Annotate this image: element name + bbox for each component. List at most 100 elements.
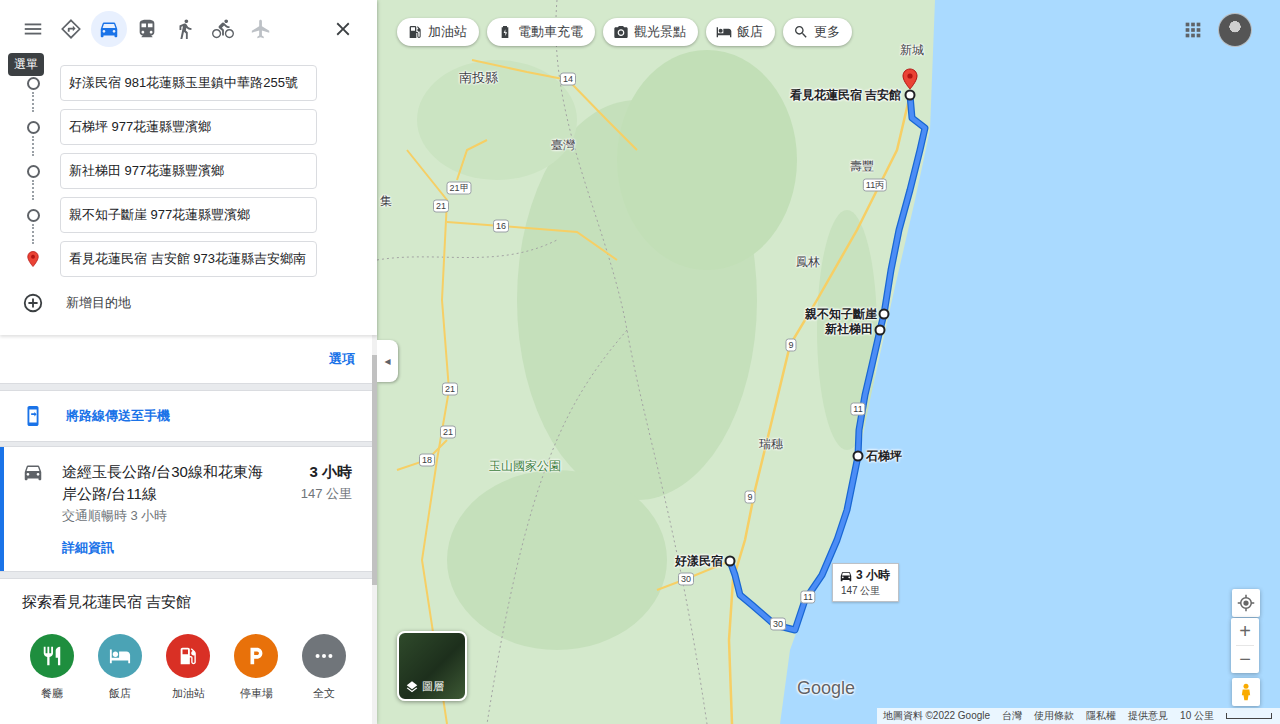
road-shield: 21 bbox=[433, 200, 449, 213]
category-chip[interactable]: 加油站 bbox=[397, 18, 479, 46]
travel-mode-button[interactable] bbox=[129, 11, 165, 47]
explore-circle[interactable] bbox=[30, 634, 74, 678]
menu-button[interactable] bbox=[15, 11, 51, 47]
search-icon[interactable] bbox=[793, 24, 809, 40]
waypoint-marker bbox=[0, 105, 60, 149]
pegman-button[interactable] bbox=[1232, 678, 1260, 706]
walk-icon[interactable] bbox=[174, 18, 196, 40]
explore-item[interactable]: 飯店 bbox=[98, 634, 142, 701]
route-duration: 3 小時 bbox=[274, 461, 352, 483]
my-location-button[interactable] bbox=[1232, 589, 1260, 617]
explore-circle[interactable] bbox=[302, 634, 346, 678]
travel-mode-button[interactable] bbox=[91, 11, 127, 47]
waypoint-input[interactable]: 好漾民宿 981花蓮縣玉里鎮中華路255號 bbox=[60, 65, 317, 101]
map-canvas[interactable]: 新城南投縣臺灣集壽豐鳳林瑞穗玉山國家公園1421甲211611丙91192121… bbox=[377, 0, 1280, 724]
scale-label: 10 公里 bbox=[1180, 709, 1214, 723]
more-icon[interactable] bbox=[313, 645, 335, 667]
waypoint-row: 好漾民宿 981花蓮縣玉里鎮中華路255號 bbox=[0, 61, 377, 105]
gas-station-icon[interactable] bbox=[407, 24, 423, 40]
footer-link[interactable]: 隱私權 bbox=[1086, 709, 1116, 723]
waypoint-label[interactable]: 石梯坪 bbox=[866, 448, 902, 465]
hotel-icon[interactable] bbox=[716, 24, 732, 40]
account-avatar[interactable] bbox=[1219, 14, 1251, 46]
category-chip[interactable]: 觀光景點 bbox=[603, 18, 698, 46]
waypoint-input[interactable]: 新社梯田 977花蓮縣豐濱鄉 bbox=[60, 153, 317, 189]
add-destination-label[interactable]: 新增目的地 bbox=[60, 294, 131, 312]
location-icon[interactable] bbox=[1237, 594, 1255, 612]
car-icon[interactable] bbox=[98, 18, 120, 40]
layers-icon[interactable] bbox=[405, 680, 419, 694]
send-to-phone-row[interactable]: 將路線傳送至手機 bbox=[0, 391, 372, 441]
hotel-icon[interactable] bbox=[109, 645, 131, 667]
zoom-in-button[interactable]: + bbox=[1231, 618, 1259, 645]
phone-icon[interactable] bbox=[22, 405, 44, 427]
waypoint-marker[interactable] bbox=[853, 451, 864, 462]
explore-circle[interactable] bbox=[234, 634, 278, 678]
footer-link[interactable]: 使用條款 bbox=[1034, 709, 1074, 723]
details-link[interactable]: 詳細資訊 bbox=[62, 539, 274, 557]
transit-icon[interactable] bbox=[136, 18, 158, 40]
apps-grid-icon[interactable] bbox=[1182, 19, 1204, 41]
route-callout[interactable]: 3 小時147 公里 bbox=[832, 563, 899, 602]
road-shield: 30 bbox=[770, 618, 786, 631]
category-chip[interactable]: 更多 bbox=[783, 18, 852, 46]
add-destination-button[interactable]: 新增目的地 bbox=[0, 281, 377, 325]
travel-mode-button[interactable] bbox=[53, 11, 89, 47]
waypoint-label[interactable]: 好漾民宿 bbox=[675, 553, 723, 570]
layers-button[interactable]: 圖層 bbox=[397, 631, 467, 701]
road-shield: 14 bbox=[560, 73, 576, 86]
layers-row: 圖層 bbox=[399, 679, 465, 699]
footer-link[interactable]: 台灣 bbox=[1002, 709, 1022, 723]
category-chip[interactable]: 電動車充電 bbox=[487, 18, 595, 46]
send-to-phone-link[interactable]: 將路線傳送至手機 bbox=[66, 407, 170, 425]
menu-icon[interactable] bbox=[22, 18, 44, 40]
travel-mode-button[interactable] bbox=[167, 11, 203, 47]
explore-circle[interactable] bbox=[166, 634, 210, 678]
restaurant-icon[interactable] bbox=[41, 645, 63, 667]
waypoint-input[interactable]: 親不知子斷崖 977花蓮縣豐濱鄉 bbox=[60, 197, 317, 233]
explore-item[interactable]: 餐廳 bbox=[30, 634, 74, 701]
route-option[interactable]: 途經玉長公路/台30線和花東海岸公路/台11線交通順暢時 3 小時詳細資訊3 小… bbox=[0, 447, 372, 571]
options-link[interactable]: 選項 bbox=[329, 350, 355, 368]
mode-kind bbox=[60, 18, 82, 40]
pegman-icon[interactable] bbox=[1236, 682, 1256, 702]
waypoint-marker[interactable] bbox=[905, 90, 916, 101]
explore-item[interactable]: 加油站 bbox=[166, 634, 210, 701]
waypoint-marker[interactable] bbox=[875, 325, 886, 336]
route-traffic: 交通順暢時 3 小時 bbox=[62, 507, 274, 525]
camera-icon[interactable] bbox=[613, 24, 629, 40]
close-button[interactable] bbox=[329, 15, 357, 43]
scale-bar bbox=[1226, 713, 1272, 719]
add-circle-icon[interactable] bbox=[22, 292, 44, 314]
footer-link[interactable]: 提供意見 bbox=[1128, 709, 1168, 723]
travel-mode-button[interactable] bbox=[205, 11, 241, 47]
category-chip[interactable]: 飯店 bbox=[706, 18, 775, 46]
waypoint-label[interactable]: 看見花蓮民宿 吉安館 bbox=[790, 87, 901, 104]
road-shield: 16 bbox=[493, 220, 509, 233]
waypoint-label[interactable]: 新社梯田 bbox=[825, 321, 873, 338]
explore-title: 探索看見花蓮民宿 吉安館 bbox=[22, 593, 372, 612]
footer-link: 地圖資料 ©2022 Google bbox=[883, 709, 990, 723]
explore-item[interactable]: 全文 bbox=[302, 634, 346, 701]
waypoint-input[interactable]: 看見花蓮民宿 吉安館 973花蓮縣吉安鄉南 bbox=[60, 241, 317, 277]
callout-duration: 3 小時 bbox=[856, 567, 890, 584]
zoom-out-button[interactable]: − bbox=[1231, 646, 1259, 673]
gas-station-icon[interactable] bbox=[177, 645, 199, 667]
map-background[interactable] bbox=[377, 0, 1280, 724]
directions-icon[interactable] bbox=[60, 18, 82, 40]
road-shield: 9 bbox=[785, 339, 796, 352]
bike-icon[interactable] bbox=[212, 18, 234, 40]
waypoint-input[interactable]: 石梯坪 977花蓮縣豐濱鄉 bbox=[60, 109, 317, 145]
scrollbar[interactable] bbox=[372, 335, 377, 724]
collapse-sidebar-button[interactable]: ◂ bbox=[377, 340, 398, 382]
close-icon[interactable] bbox=[332, 18, 354, 40]
waypoint-marker[interactable] bbox=[725, 556, 736, 567]
explore-circle[interactable] bbox=[98, 634, 142, 678]
explore-item[interactable]: 停車場 bbox=[234, 634, 278, 701]
destination-pin-icon[interactable] bbox=[898, 67, 922, 91]
parking-icon[interactable] bbox=[245, 645, 267, 667]
waypoint-label[interactable]: 親不知子斷崖 bbox=[805, 306, 877, 323]
scrollbar-thumb[interactable] bbox=[372, 355, 377, 585]
waypoint-marker[interactable] bbox=[879, 309, 890, 320]
ev-charger-icon[interactable] bbox=[497, 24, 513, 40]
